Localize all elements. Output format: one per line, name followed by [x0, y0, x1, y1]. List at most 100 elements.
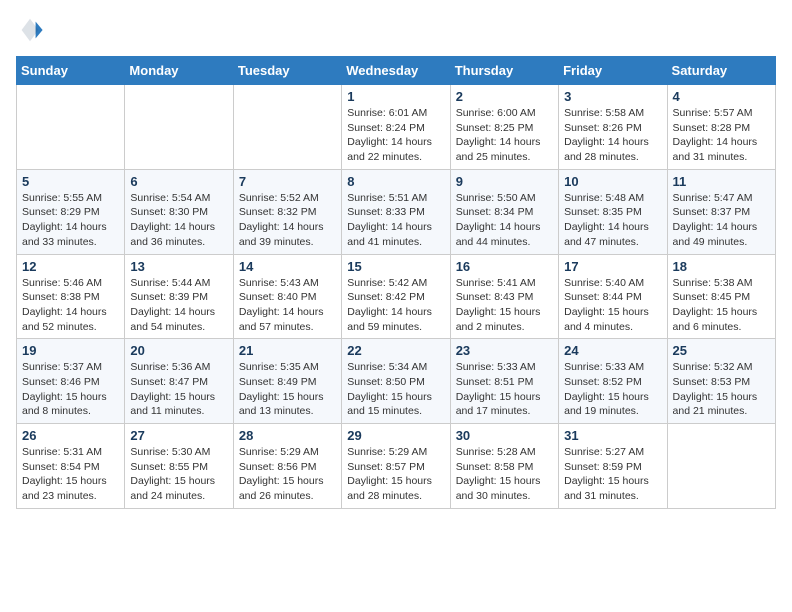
day-info: Sunrise: 5:46 AMSunset: 8:38 PMDaylight:…: [22, 276, 119, 335]
day-info: Sunrise: 5:40 AMSunset: 8:44 PMDaylight:…: [564, 276, 661, 335]
day-info: Sunrise: 5:48 AMSunset: 8:35 PMDaylight:…: [564, 191, 661, 250]
calendar-cell: 31 Sunrise: 5:27 AMSunset: 8:59 PMDaylig…: [559, 424, 667, 509]
calendar-cell: 23 Sunrise: 5:33 AMSunset: 8:51 PMDaylig…: [450, 339, 558, 424]
calendar-cell: 16 Sunrise: 5:41 AMSunset: 8:43 PMDaylig…: [450, 254, 558, 339]
calendar: SundayMondayTuesdayWednesdayThursdayFrid…: [16, 56, 776, 509]
day-number: 8: [347, 174, 444, 189]
week-row-4: 26 Sunrise: 5:31 AMSunset: 8:54 PMDaylig…: [17, 424, 776, 509]
day-info: Sunrise: 5:27 AMSunset: 8:59 PMDaylight:…: [564, 445, 661, 504]
day-number: 6: [130, 174, 227, 189]
week-row-2: 12 Sunrise: 5:46 AMSunset: 8:38 PMDaylig…: [17, 254, 776, 339]
calendar-cell: 11 Sunrise: 5:47 AMSunset: 8:37 PMDaylig…: [667, 169, 775, 254]
calendar-cell: 30 Sunrise: 5:28 AMSunset: 8:58 PMDaylig…: [450, 424, 558, 509]
day-number: 26: [22, 428, 119, 443]
day-info: Sunrise: 5:28 AMSunset: 8:58 PMDaylight:…: [456, 445, 553, 504]
calendar-cell: 28 Sunrise: 5:29 AMSunset: 8:56 PMDaylig…: [233, 424, 341, 509]
day-info: Sunrise: 5:50 AMSunset: 8:34 PMDaylight:…: [456, 191, 553, 250]
day-number: 29: [347, 428, 444, 443]
calendar-cell: 13 Sunrise: 5:44 AMSunset: 8:39 PMDaylig…: [125, 254, 233, 339]
day-number: 5: [22, 174, 119, 189]
calendar-cell: 29 Sunrise: 5:29 AMSunset: 8:57 PMDaylig…: [342, 424, 450, 509]
week-row-3: 19 Sunrise: 5:37 AMSunset: 8:46 PMDaylig…: [17, 339, 776, 424]
day-info: Sunrise: 5:55 AMSunset: 8:29 PMDaylight:…: [22, 191, 119, 250]
calendar-cell: 7 Sunrise: 5:52 AMSunset: 8:32 PMDayligh…: [233, 169, 341, 254]
calendar-cell: 18 Sunrise: 5:38 AMSunset: 8:45 PMDaylig…: [667, 254, 775, 339]
calendar-cell: 21 Sunrise: 5:35 AMSunset: 8:49 PMDaylig…: [233, 339, 341, 424]
weekday-header-friday: Friday: [559, 57, 667, 85]
weekday-header-wednesday: Wednesday: [342, 57, 450, 85]
day-info: Sunrise: 5:38 AMSunset: 8:45 PMDaylight:…: [673, 276, 770, 335]
day-number: 23: [456, 343, 553, 358]
weekday-header-tuesday: Tuesday: [233, 57, 341, 85]
day-info: Sunrise: 5:37 AMSunset: 8:46 PMDaylight:…: [22, 360, 119, 419]
calendar-cell: 20 Sunrise: 5:36 AMSunset: 8:47 PMDaylig…: [125, 339, 233, 424]
weekday-header-sunday: Sunday: [17, 57, 125, 85]
day-info: Sunrise: 5:41 AMSunset: 8:43 PMDaylight:…: [456, 276, 553, 335]
day-number: 12: [22, 259, 119, 274]
day-number: 18: [673, 259, 770, 274]
calendar-cell: 22 Sunrise: 5:34 AMSunset: 8:50 PMDaylig…: [342, 339, 450, 424]
calendar-cell: 25 Sunrise: 5:32 AMSunset: 8:53 PMDaylig…: [667, 339, 775, 424]
logo: [16, 16, 48, 44]
header: [16, 16, 776, 44]
day-info: Sunrise: 5:44 AMSunset: 8:39 PMDaylight:…: [130, 276, 227, 335]
day-info: Sunrise: 5:32 AMSunset: 8:53 PMDaylight:…: [673, 360, 770, 419]
day-number: 21: [239, 343, 336, 358]
calendar-cell: 17 Sunrise: 5:40 AMSunset: 8:44 PMDaylig…: [559, 254, 667, 339]
day-info: Sunrise: 6:00 AMSunset: 8:25 PMDaylight:…: [456, 106, 553, 165]
day-info: Sunrise: 5:51 AMSunset: 8:33 PMDaylight:…: [347, 191, 444, 250]
calendar-cell: 2 Sunrise: 6:00 AMSunset: 8:25 PMDayligh…: [450, 85, 558, 170]
day-info: Sunrise: 5:34 AMSunset: 8:50 PMDaylight:…: [347, 360, 444, 419]
weekday-header-saturday: Saturday: [667, 57, 775, 85]
day-number: 9: [456, 174, 553, 189]
day-number: 25: [673, 343, 770, 358]
day-info: Sunrise: 5:29 AMSunset: 8:56 PMDaylight:…: [239, 445, 336, 504]
day-info: Sunrise: 5:35 AMSunset: 8:49 PMDaylight:…: [239, 360, 336, 419]
day-number: 24: [564, 343, 661, 358]
day-number: 15: [347, 259, 444, 274]
calendar-cell: 5 Sunrise: 5:55 AMSunset: 8:29 PMDayligh…: [17, 169, 125, 254]
calendar-cell: 8 Sunrise: 5:51 AMSunset: 8:33 PMDayligh…: [342, 169, 450, 254]
day-info: Sunrise: 5:47 AMSunset: 8:37 PMDaylight:…: [673, 191, 770, 250]
day-number: 30: [456, 428, 553, 443]
calendar-cell: 9 Sunrise: 5:50 AMSunset: 8:34 PMDayligh…: [450, 169, 558, 254]
calendar-cell: 24 Sunrise: 5:33 AMSunset: 8:52 PMDaylig…: [559, 339, 667, 424]
weekday-header-monday: Monday: [125, 57, 233, 85]
day-info: Sunrise: 5:36 AMSunset: 8:47 PMDaylight:…: [130, 360, 227, 419]
day-number: 14: [239, 259, 336, 274]
day-number: 10: [564, 174, 661, 189]
day-info: Sunrise: 5:33 AMSunset: 8:51 PMDaylight:…: [456, 360, 553, 419]
day-number: 17: [564, 259, 661, 274]
calendar-cell: 10 Sunrise: 5:48 AMSunset: 8:35 PMDaylig…: [559, 169, 667, 254]
logo-icon: [16, 16, 44, 44]
calendar-cell: 27 Sunrise: 5:30 AMSunset: 8:55 PMDaylig…: [125, 424, 233, 509]
day-number: 22: [347, 343, 444, 358]
weekday-header-row: SundayMondayTuesdayWednesdayThursdayFrid…: [17, 57, 776, 85]
day-info: Sunrise: 5:30 AMSunset: 8:55 PMDaylight:…: [130, 445, 227, 504]
day-number: 31: [564, 428, 661, 443]
day-number: 1: [347, 89, 444, 104]
day-number: 20: [130, 343, 227, 358]
calendar-cell: [17, 85, 125, 170]
calendar-cell: 3 Sunrise: 5:58 AMSunset: 8:26 PMDayligh…: [559, 85, 667, 170]
day-number: 28: [239, 428, 336, 443]
day-info: Sunrise: 5:43 AMSunset: 8:40 PMDaylight:…: [239, 276, 336, 335]
day-number: 27: [130, 428, 227, 443]
calendar-cell: 4 Sunrise: 5:57 AMSunset: 8:28 PMDayligh…: [667, 85, 775, 170]
day-info: Sunrise: 5:42 AMSunset: 8:42 PMDaylight:…: [347, 276, 444, 335]
day-number: 2: [456, 89, 553, 104]
day-number: 3: [564, 89, 661, 104]
day-info: Sunrise: 5:33 AMSunset: 8:52 PMDaylight:…: [564, 360, 661, 419]
day-number: 7: [239, 174, 336, 189]
calendar-cell: 1 Sunrise: 6:01 AMSunset: 8:24 PMDayligh…: [342, 85, 450, 170]
calendar-cell: 19 Sunrise: 5:37 AMSunset: 8:46 PMDaylig…: [17, 339, 125, 424]
weekday-header-thursday: Thursday: [450, 57, 558, 85]
day-info: Sunrise: 5:52 AMSunset: 8:32 PMDaylight:…: [239, 191, 336, 250]
week-row-1: 5 Sunrise: 5:55 AMSunset: 8:29 PMDayligh…: [17, 169, 776, 254]
day-info: Sunrise: 5:57 AMSunset: 8:28 PMDaylight:…: [673, 106, 770, 165]
day-number: 19: [22, 343, 119, 358]
calendar-cell: [233, 85, 341, 170]
day-info: Sunrise: 5:58 AMSunset: 8:26 PMDaylight:…: [564, 106, 661, 165]
day-info: Sunrise: 5:29 AMSunset: 8:57 PMDaylight:…: [347, 445, 444, 504]
calendar-cell: 15 Sunrise: 5:42 AMSunset: 8:42 PMDaylig…: [342, 254, 450, 339]
